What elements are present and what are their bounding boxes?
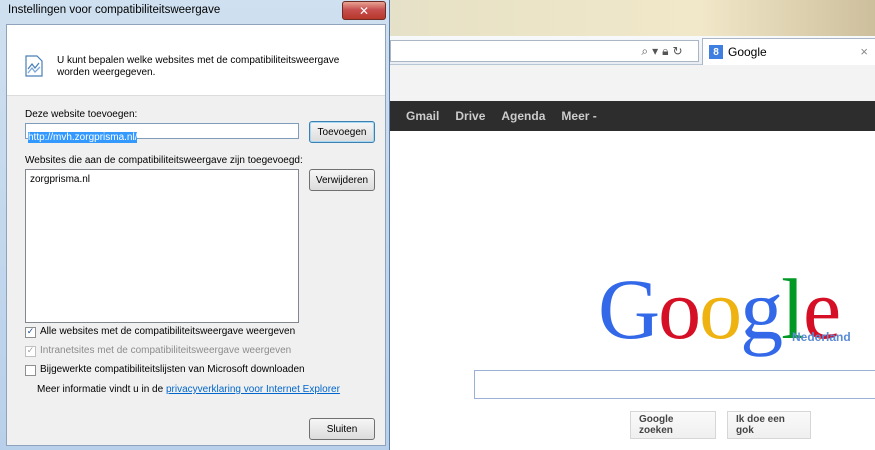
list-item[interactable]: zorgprisma.nl [30, 174, 90, 185]
site-list[interactable]: zorgprisma.nl [25, 169, 299, 323]
gbar-gmail[interactable]: Gmail [406, 109, 439, 123]
tab-google[interactable]: 8 Google × [702, 38, 875, 65]
info-text: U kunt bepalen welke websites met de com… [57, 55, 340, 78]
dialog-close-icon[interactable]: ✕ [342, 1, 386, 20]
google-search-input[interactable] [474, 370, 875, 399]
remove-button[interactable]: Verwijderen [309, 169, 375, 191]
gbar-more[interactable]: Meer - [561, 109, 596, 123]
more-info-prefix: Meer informatie vindt u in de [37, 384, 166, 395]
info-panel: U kunt bepalen welke websites met de com… [7, 25, 385, 96]
checkbox-intranet-label: Intranetsites met de compatibiliteitswee… [40, 345, 292, 356]
add-site-label: Deze website toevoegen: [25, 109, 138, 120]
logo-letter: o [658, 261, 701, 357]
refresh-icon[interactable]: ↻ [673, 44, 683, 58]
add-button[interactable]: Toevoegen [309, 121, 375, 143]
close-button[interactable]: Sluiten [309, 418, 375, 440]
gbar-drive[interactable]: Drive [455, 109, 485, 123]
gbar-agenda[interactable]: Agenda [501, 109, 545, 123]
more-info-text: Meer informatie vindt u in de privacyver… [37, 384, 340, 395]
lucky-button[interactable]: Ik doe een gok [727, 411, 811, 439]
lock-icon[interactable]: 🔒︎ [662, 44, 668, 59]
compat-view-icon [25, 55, 43, 77]
logo-letter: o [699, 261, 742, 357]
checkbox-show-all-label[interactable]: Alle websites met de compatibiliteitswee… [40, 326, 295, 337]
checkbox-download-lists-label[interactable]: Bijgewerkte compatibiliteitslijsten van … [40, 364, 305, 375]
dropdown-icon[interactable]: ▾ [652, 44, 658, 58]
dialog-body: U kunt bepalen welke websites met de com… [6, 24, 386, 446]
address-icons: ⌕ ▾ 🔒︎ ↻ [626, 40, 699, 62]
compat-view-dialog: Instellingen voor compatibiliteitsweerga… [0, 0, 390, 450]
privacy-link[interactable]: privacyverklaring voor Internet Explorer [166, 384, 340, 395]
address-bar[interactable] [390, 40, 627, 62]
tab-close-icon[interactable]: × [860, 44, 868, 59]
add-site-input[interactable]: http://mvh.zorgprisma.nl/ [25, 123, 299, 143]
checkbox-intranet: ✓ [25, 346, 36, 357]
tab-title: Google [728, 45, 767, 59]
site-list-label: Websites die aan de compatibiliteitsweer… [25, 155, 303, 166]
dialog-title: Instellingen voor compatibiliteitsweerga… [8, 4, 221, 16]
search-icon[interactable]: ⌕ [641, 44, 648, 59]
checkbox-download-lists[interactable] [25, 365, 36, 376]
google-favicon-icon: 8 [709, 45, 723, 59]
google-search-button[interactable]: Google zoeken [630, 411, 716, 439]
logo-letter: G [598, 261, 660, 357]
logo-subtitle: Nederland [792, 330, 851, 344]
add-site-input-value: http://mvh.zorgprisma.nl/ [28, 132, 138, 143]
logo-letter: g [740, 261, 783, 357]
checkbox-show-all[interactable]: ✓ [25, 327, 36, 338]
